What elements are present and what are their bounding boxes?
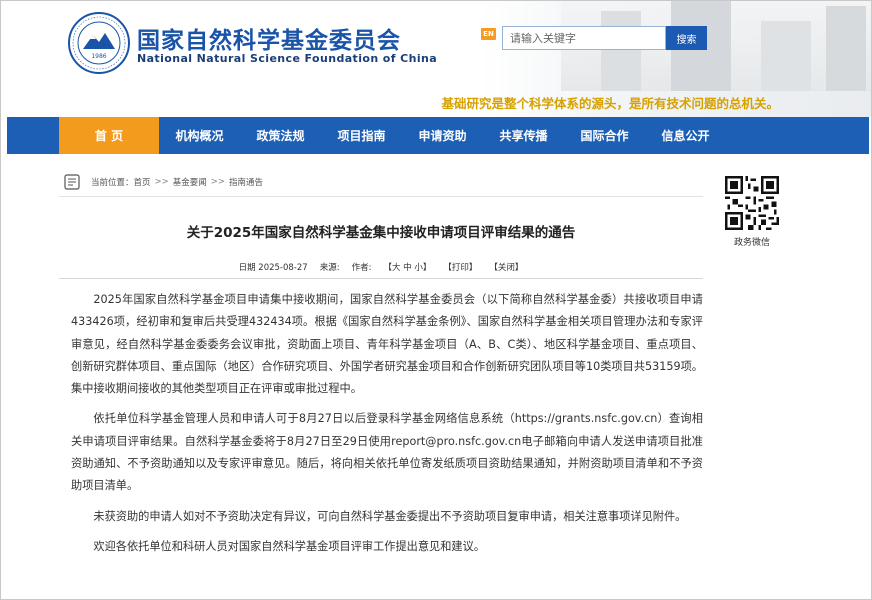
article-paragraph: 依托单位科学基金管理人员和申请人可于8月27日以后登录科学基金网络信息系统（ht… (71, 412, 703, 493)
meta-divider (59, 278, 703, 279)
close-link[interactable]: 【关闭】 (489, 261, 523, 273)
main-nav: 首 页 机构概况 政策法规 项目指南 申请资助 共享传播 国际合作 信息公开 (7, 117, 869, 154)
logo-year: 1986 (91, 53, 106, 60)
english-language-link[interactable]: EN (481, 28, 496, 40)
nsfc-logo-emblem[interactable]: 1986 (67, 11, 131, 75)
breadcrumb-notices-link[interactable]: 指南通告 (229, 176, 263, 188)
nav-item-sharing[interactable]: 共享传播 (483, 117, 564, 154)
breadcrumb-news-link[interactable]: 基金要闻 (173, 176, 207, 188)
nav-item-disclosure[interactable]: 信息公开 (645, 117, 726, 154)
article-paragraph: 2025年国家自然科学基金项目申请集中接收期间，国家自然科学基金委员会（以下简称… (71, 293, 703, 396)
print-link[interactable]: 【打印】 (443, 261, 477, 273)
breadcrumb: 当前位置： 首页 >> 基金要闻 >> 指南通告 (59, 167, 703, 197)
breadcrumb-label: 当前位置： (91, 177, 134, 188)
site-header: 1986 国家自然科学基金委员会 National Natural Scienc… (1, 1, 871, 117)
breadcrumb-separator: >> (210, 176, 226, 187)
document-icon (64, 173, 80, 190)
font-size-toggle[interactable]: 【大 中 小】 (383, 261, 431, 273)
nav-item-home[interactable]: 首 页 (59, 117, 159, 154)
article-meta: 日期 2025-08-27 来源: 作者: 【大 中 小】 【打印】 【关闭】 (59, 257, 703, 277)
breadcrumb-home-link[interactable]: 首页 (134, 176, 151, 188)
article-body: 2025年国家自然科学基金项目申请集中接收期间，国家自然科学基金委员会（以下简称… (71, 289, 703, 566)
nav-item-about[interactable]: 机构概况 (159, 117, 240, 154)
nav-item-apply[interactable]: 申请资助 (402, 117, 483, 154)
article-author: 作者: (351, 263, 372, 273)
site-title-cn[interactable]: 国家自然科学基金委员会 (137, 21, 401, 55)
article-paragraph: 欢迎各依托单位和科研人员对国家自然科学基金项目评审工作提出意见和建议。 (93, 539, 485, 553)
article-source: 来源: (319, 263, 340, 273)
nav-item-guide[interactable]: 项目指南 (321, 117, 402, 154)
site-title-en[interactable]: National Natural Science Foundation of C… (137, 52, 437, 65)
article-date: 日期 2025-08-27 (238, 263, 308, 273)
search-input[interactable] (502, 26, 666, 50)
article-title: 关于2025年国家自然科学基金集中接收申请项目评审结果的通告 (186, 225, 576, 241)
page-frame: 1986 国家自然科学基金委员会 National Natural Scienc… (0, 0, 872, 600)
site-slogan: 基础研究是整个科学体系的源头，是所有技术问题的总机关。 (441, 96, 779, 111)
qr-code-label: 政务微信 (733, 238, 770, 248)
nav-item-international[interactable]: 国际合作 (564, 117, 645, 154)
nav-item-policies[interactable]: 政策法规 (240, 117, 321, 154)
search-button[interactable]: 搜索 (666, 26, 707, 50)
breadcrumb-separator: >> (154, 176, 169, 187)
article-paragraph: 未获资助的申请人如对不予资助决定有异议，可向自然科学基金委提出不予资助项目复审申… (93, 509, 687, 523)
wechat-qr-code (725, 176, 779, 230)
